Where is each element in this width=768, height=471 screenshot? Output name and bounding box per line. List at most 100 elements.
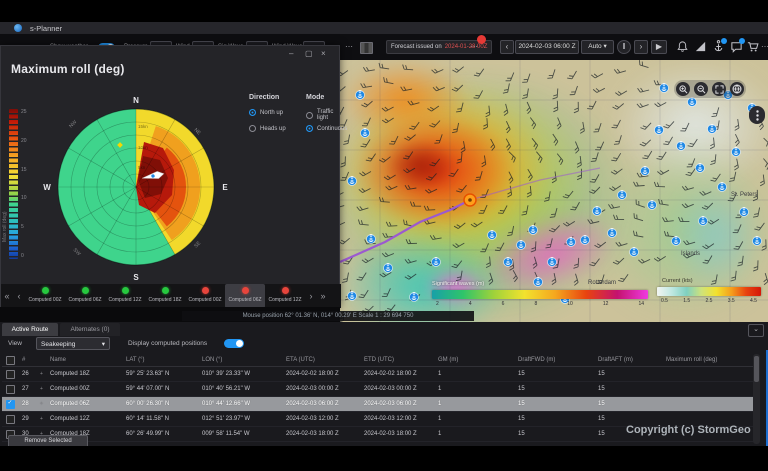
forecast-more-button[interactable]: ⋯ — [470, 42, 478, 51]
port-marker[interactable] — [707, 124, 717, 134]
option-heads-up[interactable]: Heads up — [249, 125, 286, 132]
table-scrollbar[interactable] — [753, 354, 760, 444]
port-marker[interactable] — [695, 163, 705, 173]
port-marker[interactable] — [676, 141, 686, 151]
tick-label: 10 — [567, 301, 573, 307]
port-marker[interactable] — [607, 228, 617, 238]
port-marker[interactable] — [431, 257, 441, 267]
port-marker[interactable] — [671, 236, 681, 246]
expand-icon[interactable]: + — [40, 371, 50, 377]
expand-icon[interactable]: + — [40, 416, 50, 422]
port-marker[interactable] — [717, 182, 727, 192]
computed-tab[interactable]: Computed 00Z — [25, 284, 65, 308]
skip-end-button[interactable]: ▶ — [651, 40, 667, 54]
port-marker[interactable] — [580, 235, 590, 245]
time-prev-button[interactable]: ‹ — [500, 40, 514, 54]
port-marker[interactable] — [654, 125, 664, 135]
display-computed-toggle[interactable] — [224, 339, 244, 348]
ring-label-15kn: 15kn — [138, 124, 148, 129]
table-row[interactable]: 26 + Computed 18Z 59° 25' 23.63" N 010° 39'… — [2, 367, 758, 382]
panel-collapse-button[interactable]: ⌄ — [748, 324, 764, 337]
timeline-datetime[interactable]: 2024-02-03 06:00 Z — [515, 40, 579, 54]
pause-button[interactable]: ‖ — [617, 40, 631, 54]
route-line-forward[interactable] — [469, 167, 601, 201]
port-marker[interactable] — [360, 128, 370, 138]
computed-tab[interactable]: Computed 18Z — [145, 284, 185, 308]
port-marker[interactable] — [347, 176, 357, 186]
expand-icon[interactable]: + — [40, 386, 50, 392]
port-marker[interactable] — [659, 83, 669, 93]
grid-view-icon[interactable] — [360, 42, 373, 54]
radio-heads-up[interactable] — [249, 125, 256, 132]
port-marker[interactable] — [617, 190, 627, 200]
port-marker[interactable] — [739, 207, 749, 217]
port-marker[interactable] — [533, 277, 543, 287]
tabs-last-button[interactable]: » — [317, 284, 329, 308]
map-more-button[interactable] — [749, 106, 765, 124]
port-marker[interactable] — [355, 90, 365, 100]
port-marker[interactable] — [487, 230, 497, 240]
radio-traffic-light[interactable] — [306, 111, 313, 119]
weather-map[interactable]: St. Peters Islands Rotterdam Significant… — [340, 60, 768, 322]
computed-tab[interactable]: Computed 06Z — [225, 284, 265, 308]
fit-view-button[interactable] — [712, 82, 726, 96]
tabs-prev-button[interactable]: ‹ — [13, 284, 25, 308]
port-marker[interactable] — [347, 291, 357, 301]
port-marker[interactable] — [528, 225, 538, 235]
port-marker[interactable] — [383, 263, 393, 273]
panel-maximize-button[interactable]: ▢ — [305, 49, 313, 58]
alert-badge[interactable] — [477, 35, 486, 44]
tab-alternates[interactable]: Alternates (0) — [60, 323, 120, 336]
signal-triangle-icon[interactable] — [694, 40, 707, 53]
port-marker[interactable] — [566, 237, 576, 247]
port-marker[interactable] — [629, 247, 639, 257]
port-marker[interactable] — [647, 200, 657, 210]
panel-close-button[interactable]: × — [321, 49, 326, 58]
expand-icon[interactable]: + — [40, 401, 50, 407]
time-next-button[interactable]: › — [634, 40, 648, 54]
auto-dropdown[interactable]: Auto ▾ — [581, 40, 614, 54]
tab-active-route[interactable]: Active Route — [2, 323, 58, 336]
port-marker[interactable] — [592, 206, 602, 216]
port-marker[interactable] — [366, 234, 376, 244]
polar-roll-plot[interactable]: 15kn 10kn 5kn N S E W NE SE SW NW — [41, 92, 231, 282]
radio-north-up[interactable] — [249, 109, 256, 116]
table-row[interactable]: 28+ Computed 06Z60° 00' 26.30" N010° 44'… — [2, 397, 758, 412]
row-checkbox[interactable] — [6, 369, 15, 379]
computed-tab[interactable]: Computed 12Z — [105, 284, 145, 308]
scrollbar-thumb[interactable] — [754, 356, 759, 382]
panel-minimize-button[interactable]: – — [289, 49, 293, 58]
globe-button[interactable] — [730, 82, 744, 96]
port-marker[interactable] — [698, 216, 708, 226]
zoom-out-button[interactable] — [694, 82, 708, 96]
port-marker[interactable] — [687, 97, 697, 107]
port-marker[interactable] — [640, 166, 650, 176]
computed-tab[interactable]: Computed 12Z — [265, 284, 305, 308]
table-row[interactable]: 27 + Computed 00Z 59° 44' 07.00" N 010° 40'… — [2, 382, 758, 397]
computed-tab[interactable]: Computed 06Z — [65, 284, 105, 308]
view-select[interactable]: Seakeeping ▾ — [36, 337, 110, 350]
route-table-panel: Active Route Alternates (0) ⌄ View Seake… — [0, 322, 768, 448]
cart-icon[interactable] — [746, 40, 759, 53]
port-marker[interactable] — [752, 236, 762, 246]
tabs-first-button[interactable]: « — [1, 284, 13, 308]
row-checkbox[interactable] — [6, 414, 15, 424]
port-marker[interactable] — [503, 257, 513, 267]
select-all-checkbox[interactable] — [6, 355, 15, 365]
tabs-next-button[interactable]: › — [305, 284, 317, 308]
port-marker[interactable] — [547, 257, 557, 267]
row-checkbox[interactable] — [6, 384, 15, 394]
toolbar-more-button[interactable]: ⋯ — [345, 42, 353, 51]
port-marker[interactable] — [516, 240, 526, 250]
toolbar-overflow-button[interactable]: ⋯ — [761, 42, 768, 51]
option-traffic-light[interactable]: Traffic light — [306, 109, 339, 121]
port-marker[interactable] — [731, 147, 741, 157]
port-marker[interactable] — [409, 292, 419, 302]
radio-continuous[interactable] — [306, 125, 313, 132]
computed-tab[interactable]: Computed 00Z — [185, 284, 225, 308]
bell-icon[interactable] — [676, 40, 689, 53]
option-north-up[interactable]: North up — [249, 109, 283, 116]
row-checkbox[interactable] — [6, 399, 15, 409]
option-continuous[interactable]: Continuous — [306, 125, 347, 132]
zoom-in-button[interactable] — [676, 82, 690, 96]
